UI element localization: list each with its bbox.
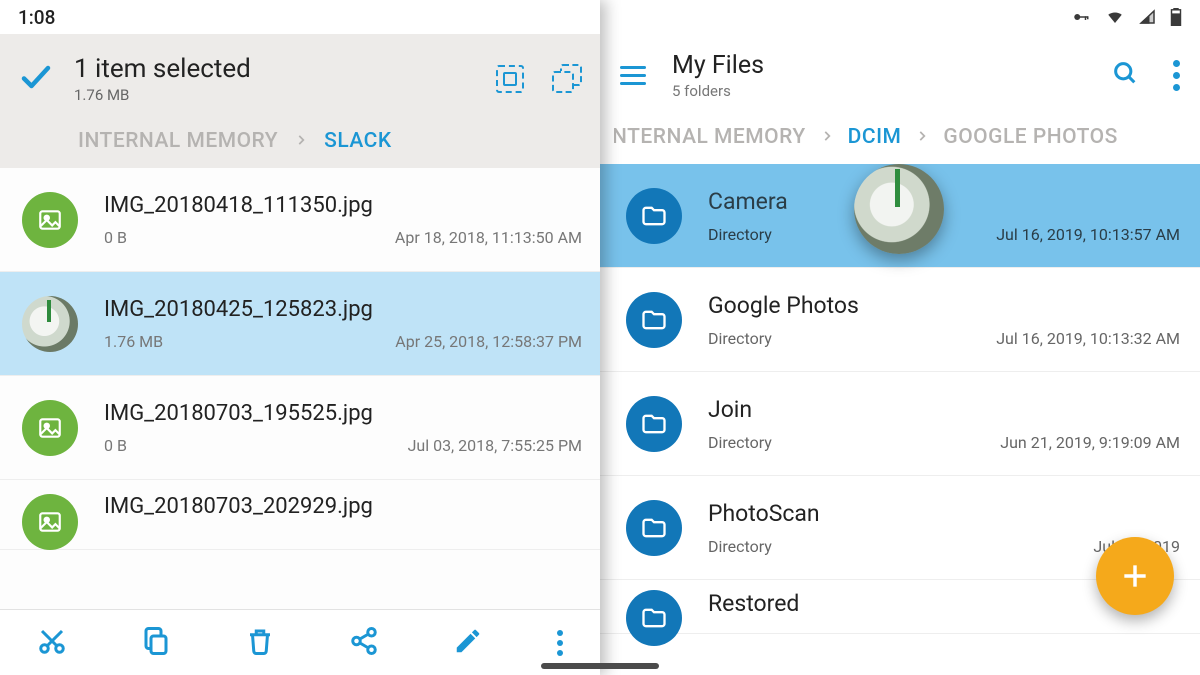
image-icon: [22, 400, 78, 456]
folder-icon: [626, 500, 682, 556]
select-range-icon[interactable]: [552, 64, 582, 94]
directory-row[interactable]: Join Directory Jun 21, 2019, 9:19:09 AM: [600, 372, 1200, 476]
status-bar-left: 1:08: [0, 0, 600, 34]
directory-name: PhotoScan: [708, 500, 1180, 527]
directory-date: Jul 16, 2019, 10:13:32 AM: [996, 329, 1180, 348]
file-list[interactable]: IMG_20180418_111350.jpg 0 B Apr 18, 2018,…: [0, 168, 600, 609]
battery-icon: [1170, 8, 1182, 26]
selection-size: 1.76 MB: [74, 86, 496, 104]
clock: 1:08: [18, 6, 55, 29]
file-size: 0 B: [104, 228, 127, 247]
directory-row[interactable]: Google Photos Directory Jul 16, 2019, 10:…: [600, 268, 1200, 372]
search-icon[interactable]: [1111, 59, 1139, 91]
directory-date: Jun 21, 2019, 9:19:09 AM: [1000, 433, 1180, 452]
file-date: Apr 25, 2018, 12:58:37 PM: [395, 332, 582, 351]
image-icon: [22, 192, 78, 248]
left-pane: 1:08 1 item selected 1.76 MB INTERNAL ME…: [0, 0, 600, 675]
breadcrumb-root[interactable]: INTERNAL MEMORY: [78, 129, 278, 153]
signal-icon: [1138, 8, 1158, 26]
page-title: My Files: [672, 51, 1111, 80]
breadcrumb-current[interactable]: SLACK: [324, 129, 392, 153]
confirm-selection-icon[interactable]: [18, 59, 54, 99]
directory-name: Join: [708, 396, 1180, 423]
directory-type: Directory: [708, 537, 772, 556]
file-row[interactable]: IMG_20180703_202929.jpg: [0, 480, 600, 550]
file-name: IMG_20180425_125823.jpg: [104, 297, 582, 322]
delete-icon[interactable]: [245, 626, 275, 660]
directory-date: Jul 16, 2019, 10:13:57 AM: [996, 225, 1180, 244]
select-all-icon[interactable]: [496, 65, 524, 93]
file-row[interactable]: IMG_20180425_125823.jpg 1.76 MB Apr 25, 2…: [0, 272, 600, 376]
directory-type: Directory: [708, 329, 772, 348]
file-name: IMG_20180703_202929.jpg: [104, 494, 582, 519]
file-row[interactable]: IMG_20180703_195525.jpg 0 B Jul 03, 2018,…: [0, 376, 600, 480]
file-row[interactable]: IMG_20180418_111350.jpg 0 B Apr 18, 2018,…: [0, 168, 600, 272]
chevron-right-icon: [820, 125, 834, 149]
file-name: IMG_20180703_195525.jpg: [104, 401, 582, 426]
selection-count: 1 item selected: [74, 54, 496, 84]
overflow-icon[interactable]: [1173, 60, 1180, 91]
dragged-thumbnail[interactable]: [854, 164, 944, 254]
selection-header: 1 item selected 1.76 MB INTERNAL MEMORY …: [0, 34, 600, 168]
breadcrumb: NTERNAL MEMORY DCIM GOOGLE PHOTOS: [614, 110, 1180, 164]
folder-icon: [626, 590, 682, 646]
file-date: Jul 03, 2018, 7:55:25 PM: [408, 436, 582, 455]
image-icon: [22, 494, 78, 550]
cut-icon[interactable]: [37, 626, 67, 660]
home-indicator[interactable]: [541, 663, 659, 669]
folder-icon: [626, 396, 682, 452]
breadcrumb-root[interactable]: NTERNAL MEMORY: [614, 125, 806, 149]
directory-type: Directory: [708, 433, 772, 452]
file-size: 1.76 MB: [104, 332, 163, 351]
directory-row[interactable]: Camera Directory Jul 16, 2019, 10:13:57 A…: [600, 164, 1200, 268]
breadcrumb: INTERNAL MEMORY SLACK: [18, 114, 582, 168]
file-size: 0 B: [104, 436, 127, 455]
action-toolbar: [0, 609, 600, 675]
folder-header: My Files 5 folders NTERNAL MEMORY DCIM G…: [600, 34, 1200, 164]
folder-icon: [626, 188, 682, 244]
chevron-right-icon: [294, 129, 308, 153]
file-name: IMG_20180418_111350.jpg: [104, 193, 582, 218]
menu-icon[interactable]: [620, 66, 646, 85]
right-pane: My Files 5 folders NTERNAL MEMORY DCIM G…: [600, 0, 1200, 675]
share-icon[interactable]: [349, 626, 379, 660]
page-subtitle: 5 folders: [672, 82, 1111, 100]
copy-icon[interactable]: [141, 626, 171, 660]
directory-type: Directory: [708, 225, 772, 244]
status-bar-right: [600, 0, 1200, 34]
key-icon: [1070, 8, 1092, 26]
breadcrumb-next[interactable]: GOOGLE PHOTOS: [943, 125, 1117, 149]
wifi-icon: [1104, 8, 1126, 26]
directory-name: Google Photos: [708, 292, 1180, 319]
breadcrumb-current[interactable]: DCIM: [848, 125, 902, 149]
add-button[interactable]: [1096, 537, 1174, 615]
image-thumbnail: [22, 296, 78, 352]
folder-icon: [626, 292, 682, 348]
chevron-right-icon: [915, 125, 929, 149]
file-date: Apr 18, 2018, 11:13:50 AM: [395, 228, 582, 247]
more-icon[interactable]: [557, 630, 563, 656]
edit-icon[interactable]: [453, 626, 483, 660]
directory-name: Camera: [708, 188, 1180, 215]
